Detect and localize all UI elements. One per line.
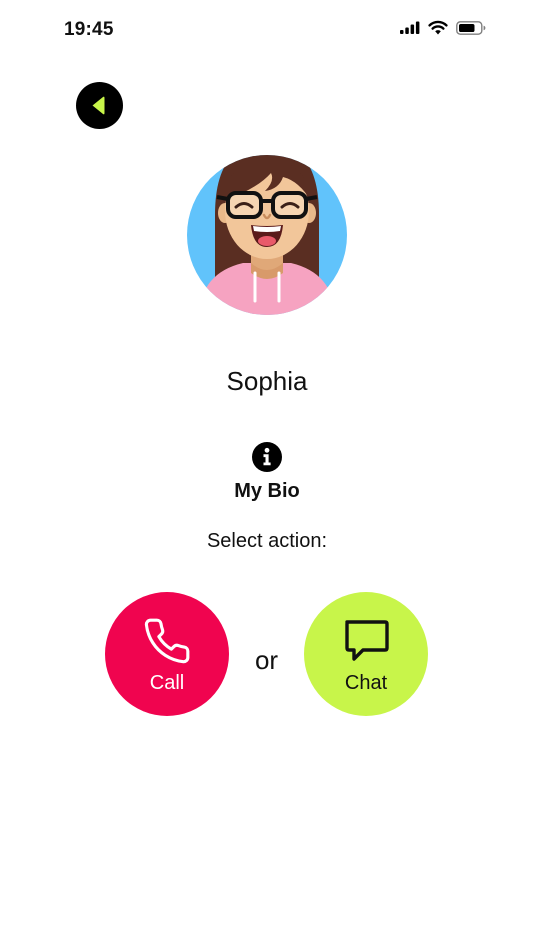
status-time: 19:45 [64, 19, 114, 40]
call-label: Call [149, 672, 185, 694]
contact-name: Sophia [226, 366, 308, 396]
phone-icon [144, 618, 190, 664]
chat-button[interactable]: Chat [304, 592, 428, 716]
back-button[interactable] [76, 82, 123, 129]
wifi-icon [428, 20, 448, 35]
battery-icon [456, 20, 486, 35]
chat-bubble-icon [345, 620, 389, 661]
my-bio-button[interactable]: My Bio [217, 442, 317, 506]
avatar [187, 155, 347, 315]
or-separator: or [254, 645, 279, 675]
select-action-prompt: Select action: [206, 530, 328, 552]
call-button[interactable]: Call [105, 592, 229, 716]
chat-label: Chat [344, 672, 388, 694]
cellular-signal-icon [400, 21, 420, 34]
status-icons [400, 20, 486, 35]
info-icon [252, 442, 282, 472]
status-bar: 19:45 [0, 0, 534, 60]
my-bio-label: My Bio [234, 480, 300, 502]
back-arrow-icon [92, 96, 105, 115]
